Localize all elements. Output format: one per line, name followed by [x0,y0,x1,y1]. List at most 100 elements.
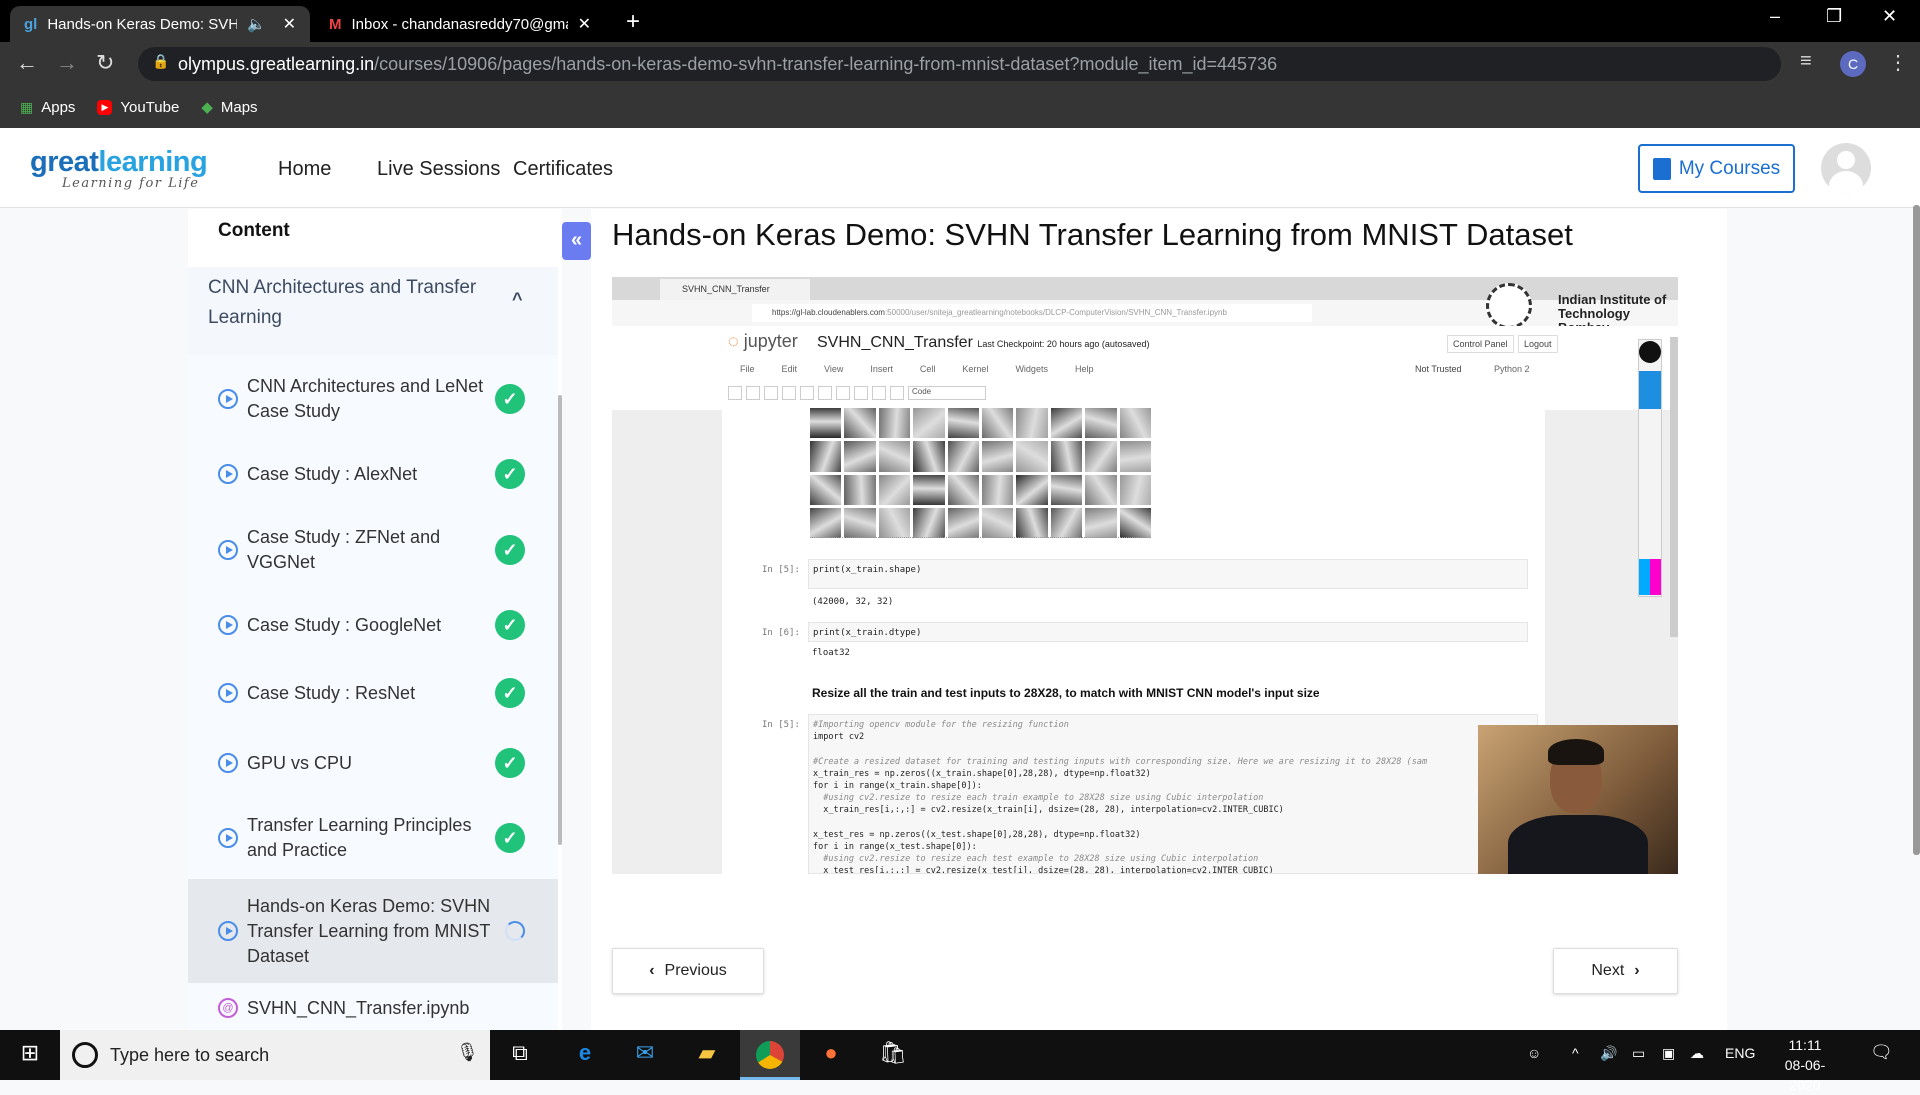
task-view-icon[interactable]: ⧉ [505,1040,535,1070]
tab-title: Hands-on Keras Demo: SVHN [47,15,238,33]
code-line: x_train_res[i,:,:] = cv2.resize(x_train[… [813,805,1284,816]
nav-live-sessions[interactable]: Live Sessions [377,158,500,181]
tray-chevron-icon[interactable]: ^ [1572,1045,1579,1061]
play-circle-icon [218,388,238,409]
sidebar-item[interactable]: @ SVHN_CNN_Transfer.ipynb [188,983,558,1033]
clock-date: 08-06-2020 [1784,1057,1826,1093]
taskbar-search[interactable]: Type here to search 🎙 [60,1030,490,1080]
chevron-up-icon[interactable]: ^ [512,289,523,310]
user-avatar[interactable] [1821,143,1871,193]
previous-button[interactable]: ‹ Previous [612,948,764,994]
close-tab-icon[interactable]: ✕ [578,14,591,34]
digit-thumbnail [810,441,842,472]
module-group-title: CNN Architectures and Transfer Learning [208,277,477,328]
next-button[interactable]: Next › [1553,948,1678,994]
tab-greatlearning[interactable]: gl Hands-on Keras Demo: SVHN 🔈 ✕ [10,6,310,42]
cell-prompt: In [6]: [762,628,800,638]
digit-thumbnail [913,441,945,472]
sidebar-item[interactable]: Case Study : AlexNet ✓ [188,442,558,506]
bookmark-apps[interactable]: ▦ Apps [20,99,75,116]
digit-thumbnail [1085,441,1117,472]
page-scrollbar[interactable] [1913,205,1920,855]
restore-button[interactable]: ❐ [1826,6,1842,27]
back-icon[interactable]: ← [16,50,38,76]
menu-item: View [824,364,844,374]
sidebar-item[interactable]: CNN Architectures and LeNet Case Study ✓ [188,355,558,442]
microphone-icon[interactable]: 🎙 [456,1042,479,1063]
check-circle-icon: ✓ [495,534,525,565]
logo-tagline: Learning for Life [62,176,200,191]
profile-avatar[interactable]: C [1840,51,1866,77]
battery-icon[interactable]: ▭ [1632,1045,1645,1062]
sidebar-scrollbar[interactable] [558,395,562,845]
menu-kebab-icon[interactable]: ⋮ [1888,50,1908,75]
collapse-sidebar-button[interactable]: « [562,222,591,260]
next-label: Next [1591,962,1625,979]
firefox-icon[interactable]: ● [816,1040,846,1070]
close-tab-icon[interactable]: ✕ [283,14,296,34]
sidebar-item-label: GPU vs CPU [247,752,353,773]
digit-thumbnail [981,474,1014,505]
url-bar[interactable]: 🔒 olympus.greatlearning.in/courses/10906… [138,47,1781,81]
play-circle-icon [218,921,238,941]
sidebar-item[interactable]: Case Study : ResNet ✓ [188,657,558,729]
close-window-button[interactable]: ✕ [1882,6,1897,27]
check-circle-icon: ✓ [495,678,525,708]
check-circle-icon: ✓ [495,459,525,489]
edge-icon[interactable]: e [570,1040,600,1070]
onedrive-icon[interactable]: ☁ [1690,1045,1704,1062]
play-circle-icon [218,539,238,560]
sidebar-item[interactable]: Case Study : GoogleNet ✓ [188,593,558,657]
tab-gmail[interactable]: M Inbox - chandanasreddy70@gma ✕ [315,6,605,42]
forward-icon[interactable]: → [56,50,78,76]
chrome-taskbar-button[interactable] [740,1030,800,1080]
notifications-icon[interactable]: 🗨 [1870,1042,1893,1063]
minimize-button[interactable]: – [1770,6,1780,27]
bookmark-youtube[interactable]: ▶ YouTube [97,99,179,116]
sidebar-item-label: Case Study : ZFNet and VGGNet [247,526,441,572]
chevron-right-icon: › [1634,962,1640,979]
media-control-icon[interactable]: ≡ [1800,50,1812,73]
clock[interactable]: 11:11 08-06-2020 [1770,1035,1840,1095]
language-indicator[interactable]: ENG [1725,1045,1755,1061]
sidebar-item-active[interactable]: Hands-on Keras Demo: SVHN Transfer Learn… [188,879,558,983]
digit-thumbnail [810,507,842,538]
gmail-favicon-icon: M [329,15,342,33]
digit-thumbnail [1119,441,1151,472]
file-explorer-icon[interactable]: ▰ [692,1040,722,1070]
network-icon[interactable]: ▣ [1662,1045,1675,1062]
browser-tab-bar: gl Hands-on Keras Demo: SVHN 🔈 ✕ M Inbox… [0,0,1920,42]
digit-thumbnail [1119,507,1151,538]
menu-item: Help [1074,364,1094,374]
mail-icon[interactable]: ✉ [630,1040,660,1070]
digit-thumbnail [1085,474,1117,505]
menu-item: Kernel [962,364,989,374]
video-player[interactable]: SVHN_CNN_Transfer https://gl-lab.clouden… [612,277,1678,874]
my-courses-label: My Courses [1678,157,1781,179]
speaker-icon[interactable]: 🔈 [247,15,266,33]
logo-text: learning [98,146,208,178]
store-icon[interactable]: 🛍 [878,1040,908,1070]
volume-icon[interactable]: 🔊 [1600,1045,1617,1062]
sidebar-item[interactable]: Transfer Learning Principles and Practic… [188,797,558,879]
digit-thumbnail [1016,474,1048,505]
code-line: #using cv2.resize to resize each test ex… [813,854,1259,865]
new-tab-button[interactable]: + [626,8,640,36]
nav-home[interactable]: Home [278,158,331,181]
greatlearning-logo[interactable]: greatlearning [30,146,208,179]
nav-certificates[interactable]: Certificates [513,158,613,181]
my-courses-button[interactable]: My Courses [1638,144,1795,193]
reload-icon[interactable]: ↻ [96,50,114,76]
bookmarks-bar: ▦ Apps ▶ YouTube ◆ Maps [0,86,1920,128]
book-icon [1652,157,1671,180]
sidebar-item[interactable]: GPU vs CPU ✓ [188,729,558,797]
jupyter-logo-icon: ◌ [728,331,744,351]
module-group-header[interactable]: CNN Architectures and Transfer Learning … [188,267,558,355]
people-icon[interactable]: ☺ [1527,1045,1541,1061]
windows-start-icon[interactable]: ⊞ [15,1040,45,1070]
sidebar-item[interactable]: Case Study : ZFNet and VGGNet ✓ [188,506,558,593]
control-panel-button: Control Panel [1447,335,1514,353]
digit-thumbnail [913,408,945,439]
bookmark-maps[interactable]: ◆ Maps [201,98,257,117]
